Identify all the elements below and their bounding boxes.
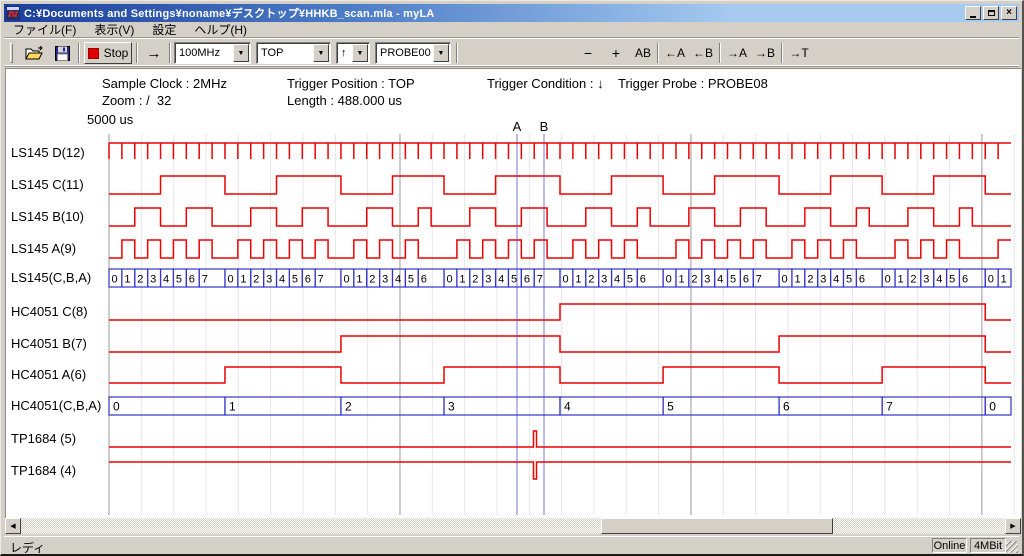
close-icon: ×: [1006, 8, 1012, 18]
move-marker-a-right-button[interactable]: →A: [724, 42, 750, 64]
title-bar[interactable]: C:¥Documents and Settings¥noname¥デスクトップ¥…: [4, 4, 1019, 22]
resize-grip[interactable]: [1006, 541, 1018, 553]
status-ready-text: レディ: [10, 539, 45, 556]
maximize-button[interactable]: [983, 6, 999, 20]
toolbar-separator: [78, 43, 80, 63]
toolbar-separator: [456, 43, 458, 63]
run-arrow-icon: →: [147, 45, 162, 62]
run-button[interactable]: →: [141, 42, 167, 64]
move-marker-a-left-button[interactable]: ←A: [662, 42, 688, 64]
channel-label-hc4051-a: HC4051 A(6): [11, 366, 86, 384]
dropdown-arrow-icon[interactable]: ▼: [233, 44, 249, 62]
info-sample-clock: Sample Clock : 2MHz: [102, 76, 227, 91]
stop-icon: [88, 48, 99, 59]
dropdown-arrow-icon[interactable]: ▼: [313, 44, 329, 62]
scrollbar-track[interactable]: [21, 518, 1005, 534]
toolbar-grip[interactable]: [10, 43, 13, 63]
dropdown-arrow-icon[interactable]: ▼: [352, 44, 368, 62]
stop-button[interactable]: Stop: [84, 42, 132, 64]
trigger-position-select[interactable]: TOP ▼: [256, 42, 331, 64]
info-trigger-position: Trigger Position : TOP: [287, 76, 415, 91]
info-trigger-probe: Trigger Probe : PROBE08: [618, 76, 768, 91]
minimize-button[interactable]: [965, 6, 981, 20]
app-icon: [6, 6, 20, 20]
marker-a-label[interactable]: A: [511, 119, 523, 134]
zoom-in-button[interactable]: +: [604, 42, 628, 64]
channel-label-hc4051-bus: HC4051(C,B,A): [11, 397, 101, 415]
trigger-edge-select[interactable]: ↑ ▼: [336, 42, 370, 64]
channel-label-ls145-a: LS145 A(9): [11, 240, 76, 258]
channel-label-hc4051-b: HC4051 B(7): [11, 335, 87, 353]
maximize-icon: [988, 10, 995, 16]
menu-help[interactable]: ヘルプ(H): [185, 21, 256, 38]
channel-label-tp1684-4: TP1684 (4): [11, 462, 76, 480]
channel-label-ls145-bus: LS145(C,B,A): [11, 269, 91, 287]
channel-label-hc4051-c: HC4051 C(8): [11, 303, 88, 321]
marker-b-label[interactable]: B: [538, 119, 550, 134]
close-button[interactable]: ×: [1001, 6, 1017, 20]
open-file-button[interactable]: [21, 42, 47, 64]
info-zoom: Zoom : / 32: [102, 93, 171, 108]
horizontal-scrollbar: ◀ ▶: [5, 518, 1021, 534]
application-window: C:¥Documents and Settings¥noname¥デスクトップ¥…: [0, 0, 1024, 556]
waveform-area[interactable]: [109, 134, 1011, 515]
time-scale-label: 5000 us: [87, 112, 133, 127]
toolbar-separator: [781, 43, 783, 63]
scroll-left-button[interactable]: ◀: [5, 518, 21, 534]
toolbar-separator: [719, 43, 721, 63]
info-length: Length : 488.000 us: [287, 93, 402, 108]
scroll-right-button[interactable]: ▶: [1005, 518, 1021, 534]
sample-clock-select[interactable]: 100MHz ▼: [174, 42, 251, 64]
window-title: C:¥Documents and Settings¥noname¥デスクトップ¥…: [24, 5, 435, 21]
channel-label-ls145-b: LS145 B(10): [11, 208, 84, 226]
status-online-badge: Online: [932, 538, 967, 553]
toolbar-separator: [136, 43, 138, 63]
channel-label-ls145-d: LS145 D(12): [11, 144, 85, 162]
zoom-out-button[interactable]: −: [576, 42, 600, 64]
status-bar: レディ Online 4MBit: [4, 536, 1019, 554]
move-marker-b-right-button[interactable]: →B: [752, 42, 778, 64]
save-button[interactable]: [49, 42, 75, 64]
zoom-ab-button[interactable]: AB: [631, 42, 655, 64]
status-memory-badge: 4MBit: [970, 538, 1006, 553]
menu-bar: ファイル(F) 表示(V) 設定 ヘルプ(H): [4, 22, 1019, 37]
scrollbar-thumb[interactable]: [601, 518, 833, 534]
channel-label-ls145-c: LS145 C(11): [11, 176, 84, 194]
goto-trigger-button[interactable]: →T: [786, 42, 812, 64]
menu-settings[interactable]: 設定: [143, 21, 185, 38]
toolbar-separator: [169, 43, 171, 63]
floppy-disk-icon: [55, 46, 70, 61]
menu-view[interactable]: 表示(V): [85, 21, 143, 38]
toolbar: Stop → 100MHz ▼ TOP ▼ ↑ ▼ PROBE00 ▼ − + …: [4, 37, 1019, 67]
menu-file[interactable]: ファイル(F): [4, 21, 85, 38]
move-marker-b-left-button[interactable]: ←B: [690, 42, 716, 64]
open-folder-icon: [25, 46, 43, 61]
channel-label-tp1684-5: TP1684 (5): [11, 430, 76, 448]
dropdown-arrow-icon[interactable]: ▼: [433, 44, 449, 62]
toolbar-separator: [657, 43, 659, 63]
minimize-icon: [970, 16, 976, 18]
trigger-probe-select[interactable]: PROBE00 ▼: [375, 42, 451, 64]
info-trigger-condition: Trigger Condition : ↓: [487, 76, 604, 91]
